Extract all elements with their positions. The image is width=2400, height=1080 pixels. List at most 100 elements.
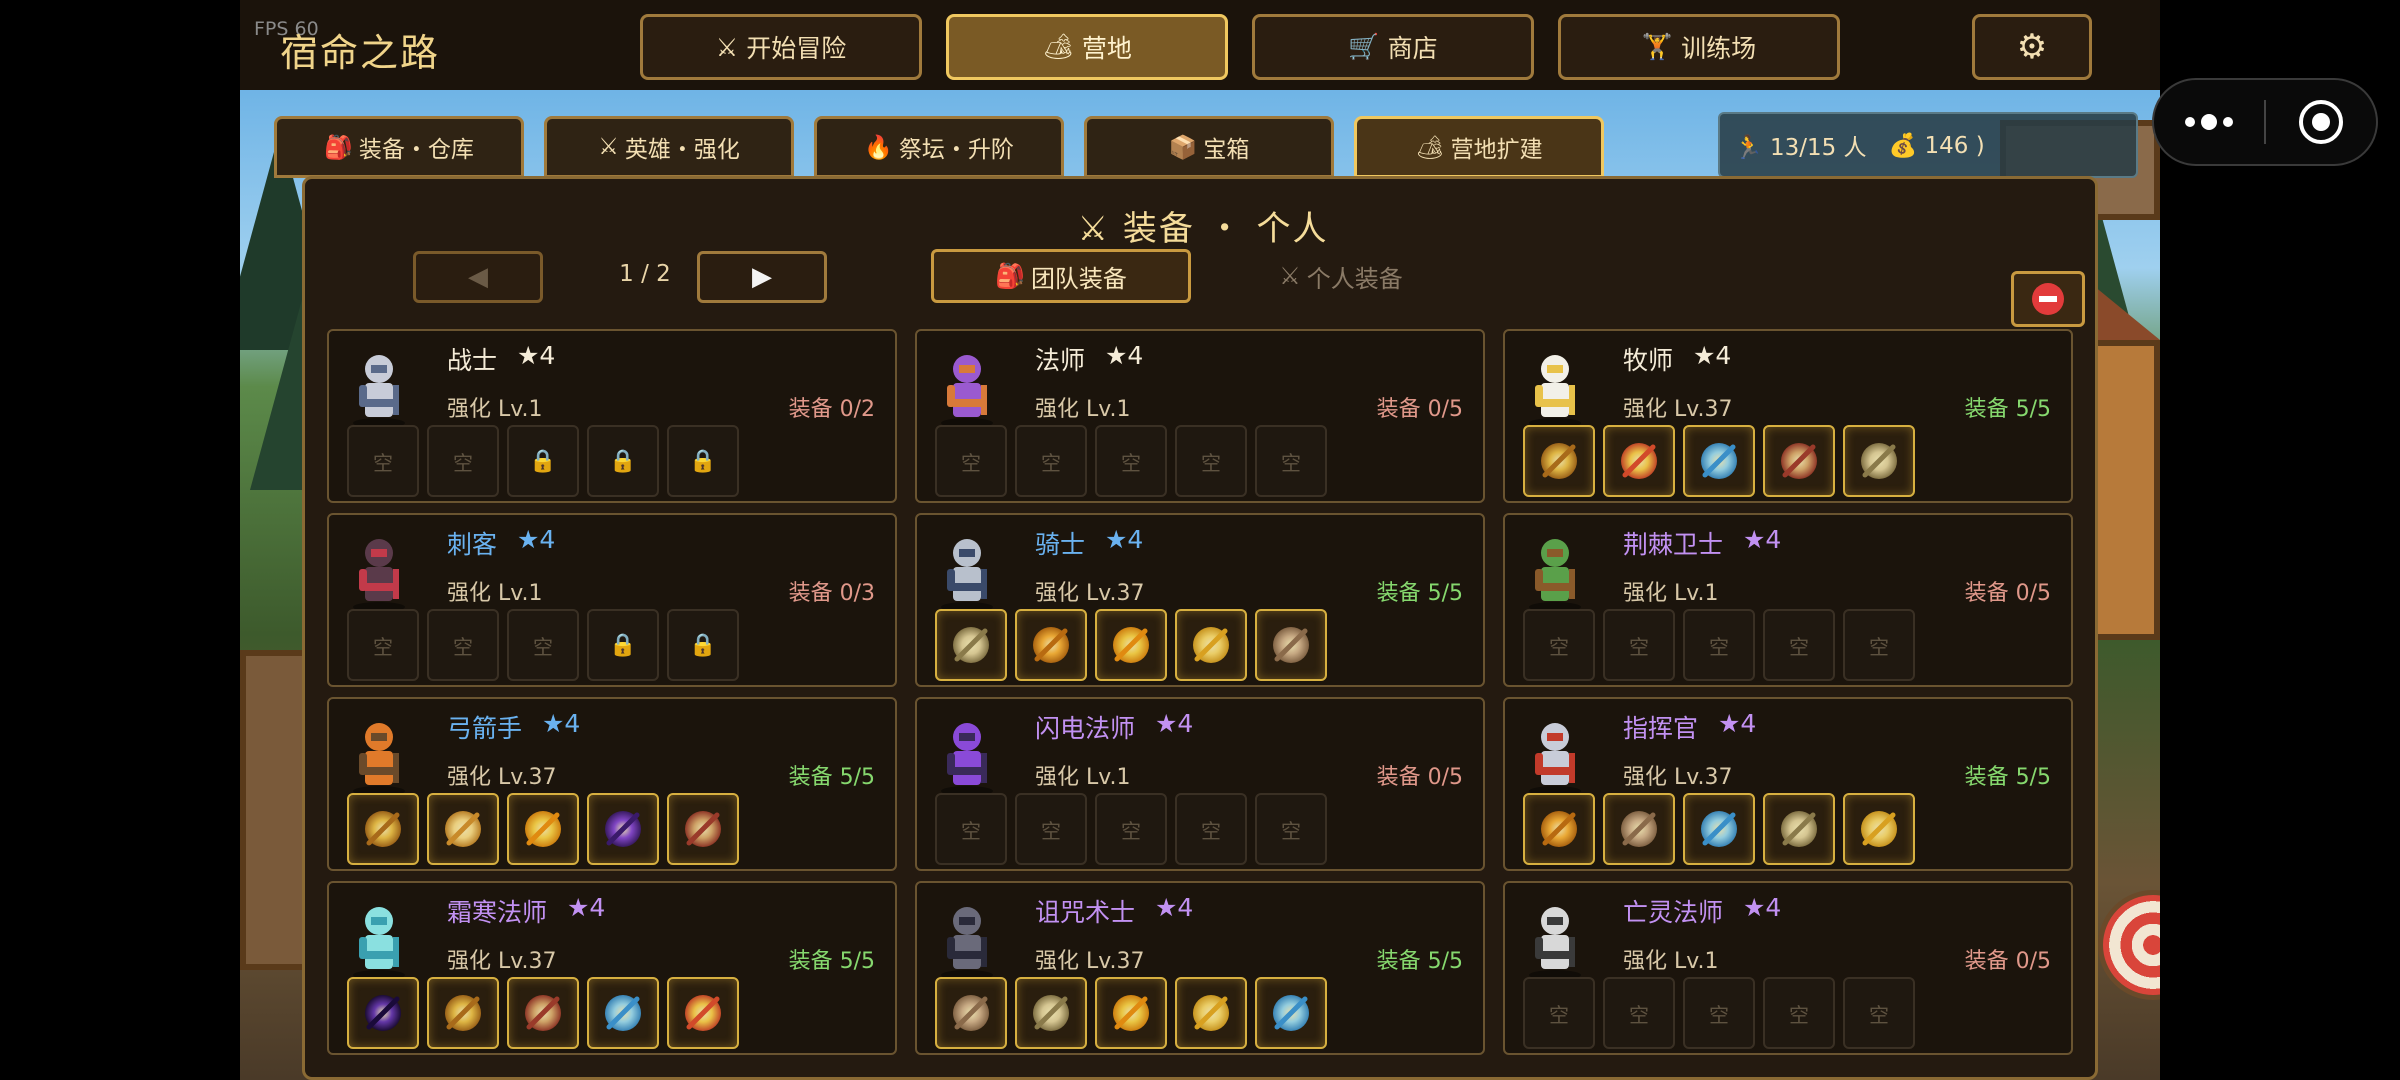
equipment-slot-empty[interactable]: 空 (347, 425, 419, 497)
equipment-slot-empty[interactable]: 空 (1843, 977, 1915, 1049)
tab-chest[interactable]: 📦 宝箱 (1084, 116, 1334, 178)
hero-card[interactable]: 闪电法师 ★4 强化 Lv.1 装备 0/5 空 空 空 空 空 (915, 697, 1485, 871)
hero-card[interactable]: 骑士 ★4 强化 Lv.37 装备 5/5 (915, 513, 1485, 687)
equipment-slot-locked[interactable]: 🔒 (507, 425, 579, 497)
fire-icon: 🔥 (864, 134, 893, 161)
hero-star: ★4 (1155, 893, 1194, 922)
tab-hero-upgrade[interactable]: ⚔ 英雄・强化 (544, 116, 794, 178)
hero-card[interactable]: 战士 ★4 强化 Lv.1 装备 0/2 空 空 🔒 🔒 🔒 (327, 329, 897, 503)
equipment-slot-locked[interactable]: 🔒 (667, 425, 739, 497)
equipment-slot-filled[interactable] (507, 977, 579, 1049)
equipment-slot-empty[interactable]: 空 (1095, 425, 1167, 497)
equipment-slot-filled[interactable] (507, 793, 579, 865)
equipment-slot-empty[interactable]: 空 (1683, 977, 1755, 1049)
equipment-slot-filled[interactable] (667, 977, 739, 1049)
equipment-slot-empty[interactable]: 空 (1603, 609, 1675, 681)
equipment-slot-empty[interactable]: 空 (1255, 425, 1327, 497)
equipment-slot-empty[interactable]: 空 (1603, 977, 1675, 1049)
tab-camp-expansion[interactable]: 🏕 营地扩建 (1354, 116, 1604, 178)
equipment-slot-filled[interactable] (1175, 977, 1247, 1049)
hero-card[interactable]: 弓箭手 ★4 强化 Lv.37 装备 5/5 (327, 697, 897, 871)
equipment-slot-filled[interactable] (1255, 977, 1327, 1049)
equipment-slot-empty[interactable]: 空 (427, 609, 499, 681)
equipment-slot-filled[interactable] (427, 793, 499, 865)
hero-avatar (339, 891, 419, 981)
hero-card[interactable]: 牧师 ★4 强化 Lv.37 装备 5/5 (1503, 329, 2073, 503)
equipment-slot-empty[interactable]: 空 (1255, 793, 1327, 865)
equipment-slot-empty[interactable]: 空 (1763, 977, 1835, 1049)
equipment-slot-empty[interactable]: 空 (1095, 793, 1167, 865)
equipment-slot-filled[interactable] (1015, 609, 1087, 681)
slot-label: 空 (373, 450, 393, 475)
equipment-slot-locked[interactable]: 🔒 (667, 609, 739, 681)
dot (2185, 117, 2195, 127)
hero-avatar (927, 707, 1007, 797)
equipment-slot-filled[interactable] (347, 977, 419, 1049)
equipment-slot-filled[interactable] (667, 793, 739, 865)
lock-icon: 🔒 (689, 448, 717, 474)
equipment-slot-filled[interactable] (1175, 609, 1247, 681)
equipment-slot-filled[interactable] (1523, 425, 1595, 497)
tab-altar-ascend[interactable]: 🔥 祭坛・升阶 (814, 116, 1064, 178)
equipment-slot-empty[interactable]: 空 (347, 609, 419, 681)
equipment-slot-empty[interactable]: 空 (1015, 425, 1087, 497)
equipment-slot-filled[interactable] (347, 793, 419, 865)
equipment-slot-empty[interactable]: 空 (507, 609, 579, 681)
personal-equipment-button[interactable]: ⚔ 个人装备 (1211, 249, 1471, 303)
equipment-slot-empty[interactable]: 空 (427, 425, 499, 497)
equipment-slot-filled[interactable] (1843, 425, 1915, 497)
equipment-slot-filled[interactable] (1015, 977, 1087, 1049)
hero-avatar (1515, 339, 1595, 429)
equipment-slot-filled[interactable] (1763, 425, 1835, 497)
hero-card[interactable]: 诅咒术士 ★4 强化 Lv.37 装备 5/5 (915, 881, 1485, 1055)
equipment-slot-empty[interactable]: 空 (1175, 425, 1247, 497)
close-button[interactable] (2011, 271, 2085, 327)
equipment-slot-empty[interactable]: 空 (1843, 609, 1915, 681)
tab-equipment-storage[interactable]: 🎒 装备・仓库 (274, 116, 524, 178)
equipment-slot-filled[interactable] (935, 977, 1007, 1049)
equipment-slot-filled[interactable] (1683, 793, 1755, 865)
hero-card[interactable]: 法师 ★4 强化 Lv.1 装备 0/5 空 空 空 空 空 (915, 329, 1485, 503)
hero-card[interactable]: 指挥官 ★4 强化 Lv.37 装备 5/5 (1503, 697, 2073, 871)
equipment-slot-locked[interactable]: 🔒 (587, 609, 659, 681)
equipment-slot-empty[interactable]: 空 (1523, 977, 1595, 1049)
close-miniprogram-button[interactable] (2266, 100, 2376, 144)
hero-card[interactable]: 亡灵法师 ★4 强化 Lv.1 装备 0/5 空 空 空 空 空 (1503, 881, 2073, 1055)
equipment-slot-filled[interactable] (1603, 425, 1675, 497)
equipment-slot-filled[interactable] (427, 977, 499, 1049)
equipment-slot-filled[interactable] (1095, 609, 1167, 681)
hero-card[interactable]: 霜寒法师 ★4 强化 Lv.37 装备 5/5 (327, 881, 897, 1055)
hero-card[interactable]: 刺客 ★4 强化 Lv.1 装备 0/3 空 空 空 🔒 🔒 (327, 513, 897, 687)
equipment-slot-empty[interactable]: 空 (1683, 609, 1755, 681)
equipment-slot-filled[interactable] (587, 793, 659, 865)
settings-button[interactable]: ⚙ (1972, 14, 2092, 80)
equipment-slot-filled[interactable] (1843, 793, 1915, 865)
top-bar: FPS 60 宿命之路 ⚔ 开始冒险 🏕 营地 🛒 商店 🏋 训练场 ⚙ (240, 0, 2160, 90)
prev-page-button[interactable]: ◀ (413, 251, 543, 303)
equipment-slot-filled[interactable] (1603, 793, 1675, 865)
equipment-slot-empty[interactable]: 空 (1763, 609, 1835, 681)
hero-sprite-icon (353, 355, 405, 428)
nav-camp-button[interactable]: 🏕 营地 (946, 14, 1228, 80)
equipment-slot-filled[interactable] (1523, 793, 1595, 865)
next-page-button[interactable]: ▶ (697, 251, 827, 303)
equipment-slot-empty[interactable]: 空 (935, 793, 1007, 865)
equipment-slot-filled[interactable] (1095, 977, 1167, 1049)
equipment-slot-empty[interactable]: 空 (1015, 793, 1087, 865)
tent-icon: 🏕 (1415, 134, 1445, 161)
equipment-slot-empty[interactable]: 空 (1523, 609, 1595, 681)
equipment-slot-filled[interactable] (1763, 793, 1835, 865)
equipment-slot-filled[interactable] (935, 609, 1007, 681)
nav-shop-button[interactable]: 🛒 商店 (1252, 14, 1534, 80)
equipment-slot-filled[interactable] (1255, 609, 1327, 681)
nav-start-adventure-button[interactable]: ⚔ 开始冒险 (640, 14, 922, 80)
team-equipment-button[interactable]: 🎒 团队装备 (931, 249, 1191, 303)
more-menu-button[interactable] (2154, 114, 2264, 130)
equipment-slot-empty[interactable]: 空 (1175, 793, 1247, 865)
nav-training-button[interactable]: 🏋 训练场 (1558, 14, 1840, 80)
equipment-slot-filled[interactable] (587, 977, 659, 1049)
equipment-slot-locked[interactable]: 🔒 (587, 425, 659, 497)
equipment-slot-empty[interactable]: 空 (935, 425, 1007, 497)
hero-card[interactable]: 荆棘卫士 ★4 强化 Lv.1 装备 0/5 空 空 空 空 空 (1503, 513, 2073, 687)
equipment-slot-filled[interactable] (1683, 425, 1755, 497)
